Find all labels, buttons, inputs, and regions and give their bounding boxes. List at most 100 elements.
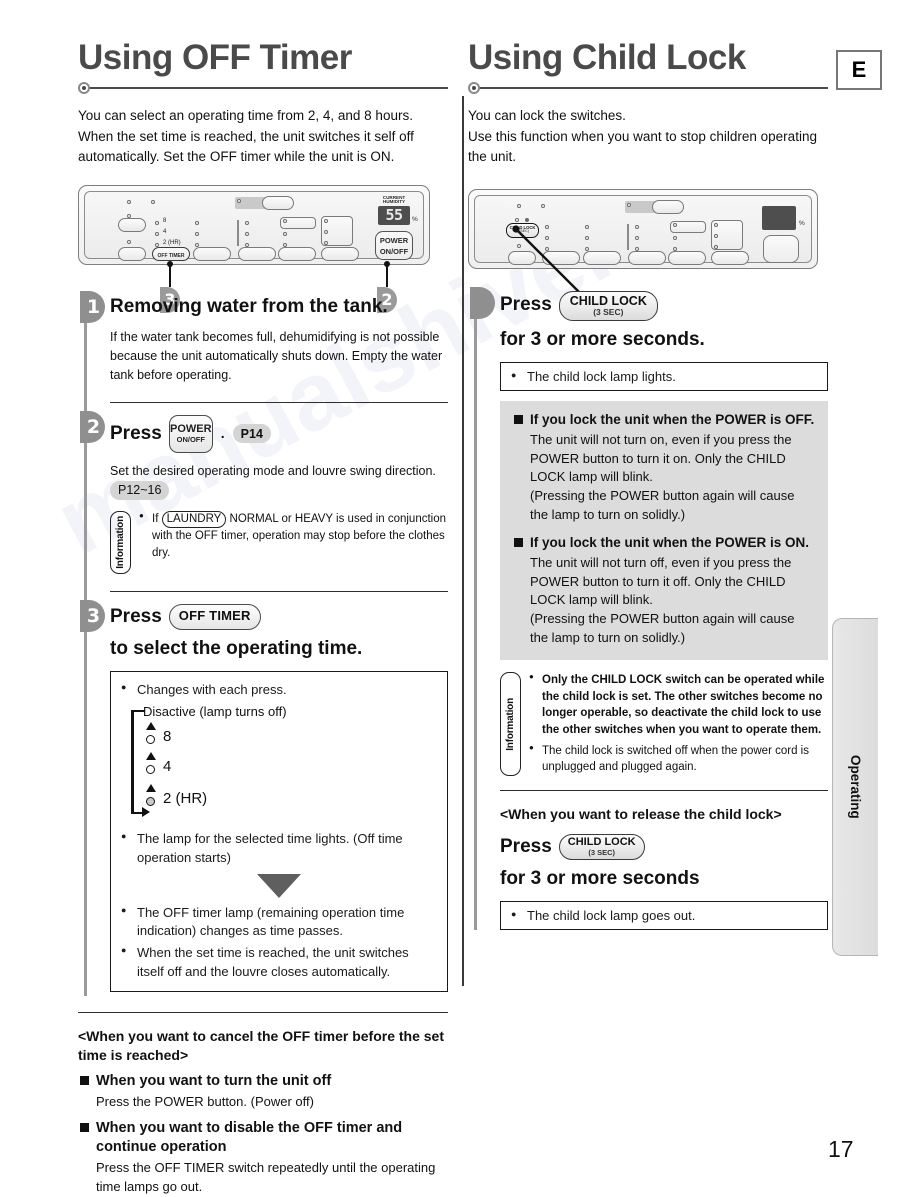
step-3: 3 Press OFF TIMER to select the operatin… xyxy=(80,599,448,998)
information-tab: Information xyxy=(500,671,521,776)
panel-humidity-value: 55 xyxy=(378,205,410,225)
cancel-item-body: Press the OFF TIMER switch repeatedly un… xyxy=(96,1159,436,1194)
information-item-power-cord: The child lock is switched off when the … xyxy=(529,742,828,776)
step-separator xyxy=(110,590,448,592)
right-chapter-title: Using Child Lock xyxy=(468,38,746,77)
step-2-heading: Press POWER ON/OFF . P14 xyxy=(110,414,448,453)
cycle-lamp-4 xyxy=(146,764,155,774)
left-column: Using OFF Timer You can select an operat… xyxy=(78,40,448,1197)
panel-humidity-label: CURRENT HUMIDITY xyxy=(382,194,406,205)
right-column: Using Child Lock You can lock the switch… xyxy=(468,38,828,931)
info-text-pre: If xyxy=(152,513,159,526)
rule-bar xyxy=(86,87,448,89)
cycle-value-8: 8 xyxy=(163,727,172,745)
child-lock-step: Press CHILD LOCK (3 SEC) for 3 or more s… xyxy=(468,286,828,931)
panel-button xyxy=(278,246,316,261)
power-off-case-heading: If you lock the unit when the POWER is O… xyxy=(530,411,815,427)
child-lock-step-badge xyxy=(470,286,495,319)
release-step-heading: Press CHILD LOCK (3 SEC) for 3 or more s… xyxy=(500,833,828,891)
page-reference-p14[interactable]: P14 xyxy=(232,424,271,444)
cancel-item-heading: When you want to disable the OFF timer a… xyxy=(96,1119,403,1155)
panel-power-label: POWER xyxy=(379,235,409,245)
step-3-badge: 3 xyxy=(80,599,105,632)
release-heading-rest: for 3 or more seconds xyxy=(500,867,700,889)
cancel-item-turn-off: When you want to turn the unit off Press… xyxy=(78,1072,448,1112)
release-child-lock-key-graphic: CHILD LOCK (3 SEC) xyxy=(558,833,645,860)
step-3-note-box: Changes with each press. Disactive (lamp… xyxy=(110,670,448,992)
child-lock-step-heading: Press CHILD LOCK (3 SEC) for 3 or more s… xyxy=(500,290,828,352)
panel-lamp-2 xyxy=(155,242,159,247)
cancel-off-timer-section: <When you want to cancel the OFF timer b… xyxy=(78,1027,448,1197)
panel-off-timer-label: OFF TIMER xyxy=(157,252,185,259)
panel-humidity-unit: % xyxy=(412,215,418,223)
release-lamp-note-text: The child lock lamp goes out. xyxy=(527,908,696,924)
child-lock-lamp-note-text: The child lock lamp lights. xyxy=(527,368,676,384)
information-item: If LAUNDRY NORMAL or HEAVY is used in co… xyxy=(139,510,448,561)
panel-button xyxy=(193,246,231,261)
step-1-body: If the water tank becomes full, dehumidi… xyxy=(110,329,443,382)
cycle-arrow-up-icon xyxy=(146,783,156,792)
child-lock-press-label: Press xyxy=(500,294,552,316)
language-badge: E xyxy=(836,50,882,90)
step-2-body: Set the desired operating mode and louvr… xyxy=(110,462,448,500)
step-2: 2 Press POWER ON/OFF . P14 Set the desir… xyxy=(80,410,448,580)
panel-power-button: POWER ON/OFF xyxy=(375,230,413,260)
power-on-case: If you lock the unit when the POWER is O… xyxy=(512,534,816,648)
panel-lamp xyxy=(245,220,249,225)
step-3-note-list-3: The OFF timer lamp (remaining operation … xyxy=(121,904,437,982)
step-separator xyxy=(110,401,448,403)
step-3-heading: Press OFF TIMER to select the operating … xyxy=(110,603,448,661)
panel-divider xyxy=(237,219,239,246)
child-lock-key-graphic: CHILD LOCK (3 SEC) xyxy=(558,290,658,321)
note-item-changes: Changes with each press. xyxy=(121,681,437,700)
panel-lamp xyxy=(324,218,328,223)
step-3-press-label: Press xyxy=(110,605,162,627)
callout-line-power xyxy=(386,262,388,287)
manual-page: manualshive.com E Using OFF Timer You ca… xyxy=(0,0,918,1194)
cycle-loop-top xyxy=(131,709,145,713)
power-on-case-heading: If you lock the unit when the POWER is O… xyxy=(530,534,810,550)
callout-line-off-timer xyxy=(169,262,171,287)
cycle-value-4: 4 xyxy=(163,757,172,775)
release-press-label: Press xyxy=(500,835,552,857)
panel-off-timer-button: OFF TIMER xyxy=(152,246,190,261)
cycle-loop-vertical xyxy=(131,709,134,814)
panel-lamp xyxy=(245,231,249,236)
panel-lamp xyxy=(283,231,287,236)
note-item-lamp-lights: The lamp for the selected time lights. (… xyxy=(121,830,437,868)
laundry-boxref: LAUNDRY xyxy=(161,510,227,528)
power-key-line2: ON/OFF xyxy=(176,434,205,444)
cycle-lamp-8 xyxy=(146,734,155,744)
child-lock-heading-rest: for 3 or more seconds. xyxy=(500,328,705,350)
panel-lamp xyxy=(237,198,241,203)
information-item-switch-lock: Only the CHILD LOCK switch can be operat… xyxy=(529,671,828,739)
step-2-information-box: Information If LAUNDRY NORMAL or HEAVY i… xyxy=(110,510,448,574)
panel-lamp xyxy=(195,231,199,236)
power-off-case-body: The unit will not turn on, even if you p… xyxy=(530,431,795,523)
panel-button xyxy=(238,246,276,261)
rule-dot-icon xyxy=(78,82,90,94)
right-intro-text: You can lock the switches. Use this func… xyxy=(468,108,817,165)
step-1-heading: Removing water from the tank. xyxy=(110,295,388,317)
page-number: 17 xyxy=(828,1136,854,1162)
panel-lamp-label-4: 4 xyxy=(163,228,167,235)
page-reference-p12-16[interactable]: P12~16 xyxy=(110,480,170,500)
information-items: Only the CHILD LOCK switch can be operat… xyxy=(529,671,828,776)
step-3-note-list-2: The lamp for the selected time lights. (… xyxy=(121,830,437,868)
cancel-section-title: <When you want to cancel the OFF timer b… xyxy=(78,1027,445,1063)
panel-lamp-4 xyxy=(155,231,159,236)
information-tab: Information xyxy=(110,510,131,574)
cycle-arrow-up-icon xyxy=(146,721,156,730)
panel-lamp xyxy=(195,220,199,225)
release-section-title: <When you want to release the child lock… xyxy=(500,805,782,822)
off-timer-cycle-diagram: Disactive (lamp turns off) 8 4 2 (HR) xyxy=(131,704,437,822)
child-lock-lamp-note: The child lock lamp lights. xyxy=(500,361,828,391)
right-control-panel-illustration: CHILD LOCK (3 SEC) % xyxy=(468,188,828,302)
left-steps: 1 Removing water from the tank. If the w… xyxy=(78,290,448,998)
cancel-item-disable-timer: When you want to disable the OFF timer a… xyxy=(78,1119,448,1197)
child-lock-key-line2: (3 SEC) xyxy=(593,306,624,317)
release-key-line2: (3 SEC) xyxy=(588,847,616,857)
panel-button xyxy=(118,217,146,232)
panel-top-button xyxy=(262,195,294,210)
child-lock-power-states: If you lock the unit when the POWER is O… xyxy=(500,400,828,660)
